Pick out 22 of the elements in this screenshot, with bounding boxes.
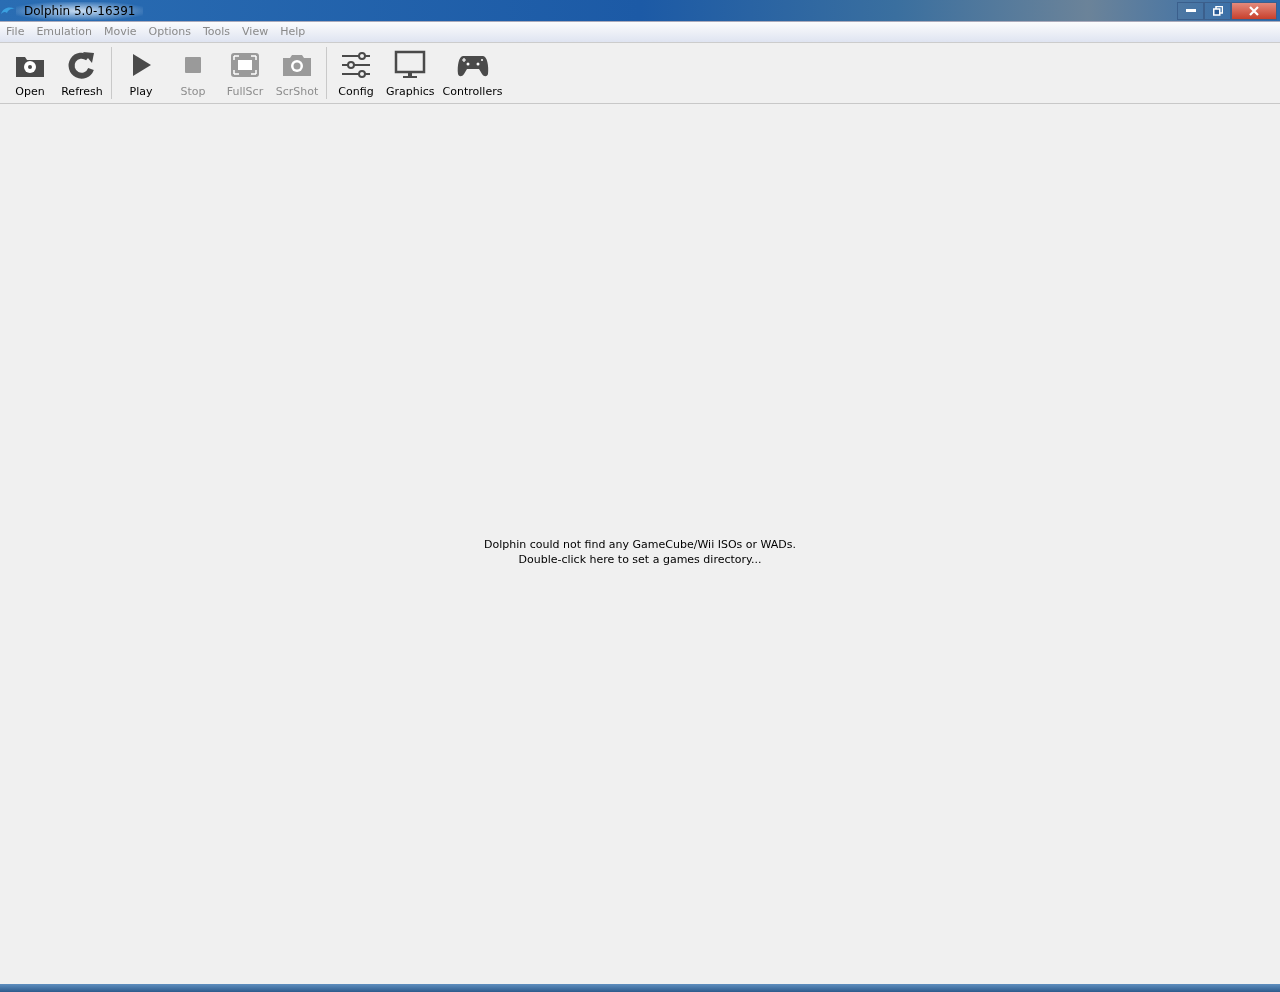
close-icon: [1249, 5, 1260, 16]
toolbar-button[interactable]: Config: [330, 45, 382, 101]
toolbar-button[interactable]: Controllers: [438, 45, 507, 101]
window-title: Dolphin 5.0-16391: [16, 1, 144, 20]
minimize-icon: [1185, 9, 1196, 12]
toolbar-button[interactable]: Open: [4, 45, 56, 101]
toolbar-button[interactable]: Graphics: [382, 45, 439, 101]
empty-list-message[interactable]: Dolphin could not find any GameCube/Wii ISOs or WADs.: [483, 537, 797, 552]
toolbar-button[interactable]: Refresh: [56, 45, 108, 101]
menu-item[interactable]: Help: [274, 23, 312, 41]
restore-icon: [1212, 5, 1223, 16]
menu-item[interactable]: File: [0, 23, 31, 41]
empty-list-message[interactable]: Double-click here to set a games directory...: [483, 552, 797, 567]
menu-item[interactable]: Movie: [97, 23, 143, 41]
menu-item[interactable]: Tools: [196, 23, 237, 41]
close-button[interactable]: [1231, 1, 1278, 20]
minimize-button[interactable]: [1177, 1, 1205, 20]
toolbar-button[interactable]: Play: [115, 45, 167, 101]
menu-item[interactable]: Emulation: [30, 23, 98, 41]
menu-item[interactable]: View: [236, 23, 275, 41]
restore-button[interactable]: [1204, 1, 1232, 20]
menu-item[interactable]: Options: [142, 23, 197, 41]
